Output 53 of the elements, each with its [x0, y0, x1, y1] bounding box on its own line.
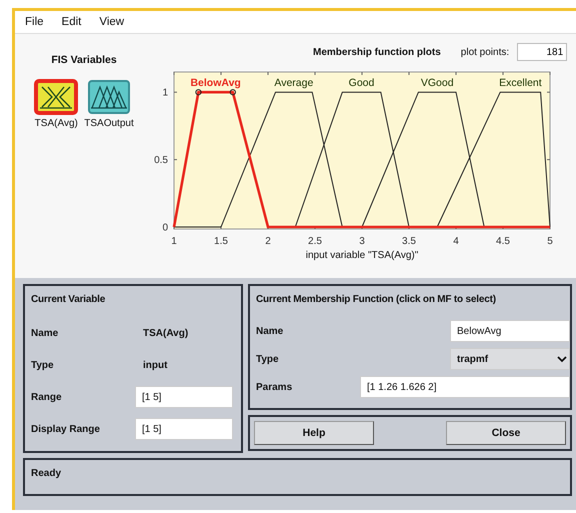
- x-tick-label: 1: [171, 236, 177, 247]
- membership-curve[interactable]: [294, 92, 410, 228]
- panel-title: Current Variable: [31, 294, 106, 305]
- x-tick-label: 3.5: [402, 236, 416, 247]
- plot-points-label: plot points:: [460, 46, 510, 58]
- curves-icon[interactable]: [34, 79, 78, 115]
- membership-curve[interactable]: [436, 92, 550, 228]
- field-value: TSA(Avg): [143, 328, 188, 338]
- field-label: Display Range: [31, 424, 101, 434]
- x-tick-label: 3: [359, 236, 365, 247]
- x-tick-label: 4.5: [496, 236, 510, 247]
- membership-function-label: Good: [348, 77, 374, 89]
- x-tick-label: 2.5: [308, 236, 322, 247]
- panel-title: Current Membership Function (click on MF to select): [256, 294, 497, 305]
- field-label: Type: [256, 354, 280, 364]
- field-label: Name: [31, 328, 60, 338]
- membership-function-label: VGood: [420, 77, 454, 89]
- menu-item[interactable]: Edit: [60, 16, 84, 28]
- membership-function-label: BelowAvg: [190, 77, 241, 89]
- status-text: Ready: [31, 468, 62, 479]
- x-tick-label: 1.5: [214, 236, 228, 247]
- x-tick-label: 4: [453, 236, 459, 247]
- y-tick-label: 0: [162, 222, 168, 234]
- menu-item[interactable]: View: [97, 16, 126, 28]
- y-tick-label: 0.5: [154, 155, 168, 166]
- input-field[interactable]: [1 5]: [135, 386, 233, 408]
- dialog-button[interactable]: Close: [446, 421, 566, 445]
- plot-title: Membership function plots: [313, 46, 441, 58]
- membership-function-label: Average: [274, 77, 314, 89]
- menu-item[interactable]: File: [23, 16, 46, 28]
- x-axis-label: input variable "TSA(Avg)": [306, 250, 418, 261]
- mf-handles[interactable]: [195, 89, 236, 96]
- y-tick-label: 1: [162, 88, 168, 99]
- field-value: input: [143, 360, 168, 370]
- dialog-button[interactable]: Help: [254, 421, 374, 445]
- type-dropdown[interactable]: trapmf: [450, 348, 570, 370]
- x-tick-label: 2: [265, 236, 271, 247]
- chevron-down-icon: [557, 355, 567, 363]
- plot-points-field[interactable]: 181: [517, 43, 568, 61]
- panel-title: FIS Variables: [51, 54, 117, 66]
- field-label: Name: [256, 326, 284, 336]
- field-label: Type: [31, 360, 55, 370]
- membership-curve[interactable]: [362, 92, 485, 228]
- input-field[interactable]: [1 5]: [135, 418, 233, 440]
- x-tick-label: 5: [547, 236, 553, 247]
- membership-function-label: Excellent: [499, 77, 542, 89]
- field-label: Range: [31, 392, 63, 402]
- field-label: Params: [256, 382, 294, 392]
- variable-name: TSAOutput: [84, 118, 134, 129]
- variable-name: TSA(Avg): [34, 118, 78, 129]
- input-field[interactable]: BelowAvg: [450, 320, 570, 342]
- triangles-icon[interactable]: [87, 79, 131, 115]
- input-field[interactable]: [1 1.26 1.626 2]: [360, 376, 570, 398]
